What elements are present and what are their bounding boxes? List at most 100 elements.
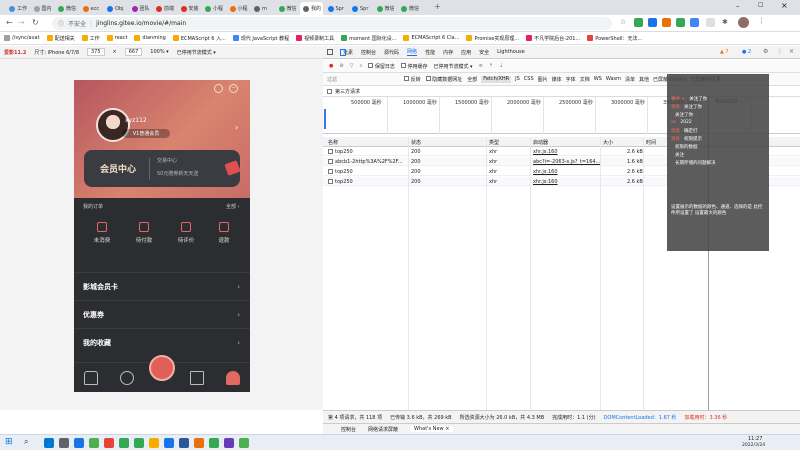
gear-icon[interactable]: ⚙ xyxy=(763,48,768,55)
filter-icon[interactable]: ▽ xyxy=(350,63,354,69)
devtools-tab[interactable]: 源代码 xyxy=(384,49,399,56)
windows-start-icon[interactable]: ⊞ xyxy=(5,437,13,447)
disable-cache-checkbox[interactable]: 停用缓存 xyxy=(400,62,427,70)
order-item-review[interactable]: 待评价 xyxy=(170,222,202,244)
drawer-tab-whats-new[interactable]: What's New × xyxy=(410,426,454,432)
filter-type[interactable]: 清单 xyxy=(625,76,635,83)
filter-type[interactable]: 媒体 xyxy=(552,76,562,83)
back-icon[interactable]: ← xyxy=(6,18,13,27)
wifi-icon[interactable]: ≋ xyxy=(479,63,483,69)
taskbar-app-icon[interactable] xyxy=(164,438,174,448)
reload-icon[interactable]: ↻ xyxy=(32,18,39,27)
settings-icon[interactable] xyxy=(214,84,223,93)
filter-type[interactable]: 其他 xyxy=(639,76,649,83)
invert-checkbox[interactable]: 反转 xyxy=(404,75,421,83)
col-name[interactable]: 名称 xyxy=(328,139,338,146)
filter-type[interactable]: 全部 xyxy=(467,76,477,83)
browser-tab[interactable]: 安装 xyxy=(178,2,201,15)
drawer-tab-console[interactable]: 控制台 xyxy=(341,426,356,433)
cinema-icon[interactable] xyxy=(190,371,204,385)
filter-type[interactable]: WS xyxy=(594,76,602,83)
throttle-select[interactable]: 已停用节流模式 ▾ xyxy=(177,49,216,56)
browser-tab[interactable]: m xyxy=(251,2,274,15)
window-maximize-icon[interactable]: ☐ xyxy=(758,2,763,9)
row-checkbox[interactable] xyxy=(328,169,333,174)
col-size[interactable]: 大小 xyxy=(603,139,613,146)
row-checkbox[interactable] xyxy=(328,159,333,164)
devtools-tab[interactable]: 内存 xyxy=(443,49,453,56)
window-minimize-icon[interactable]: – xyxy=(736,2,740,10)
device-width-input[interactable]: 375 xyxy=(87,48,105,56)
menu-favorites[interactable]: 我的收藏 › xyxy=(74,328,250,356)
bookmark-star-icon[interactable]: ☆ xyxy=(620,18,626,26)
devtools-tab[interactable]: Lighthouse xyxy=(497,49,525,55)
device-select[interactable]: 尺寸: iPhone 6/7/8 xyxy=(34,49,79,56)
taskbar-app-icon[interactable] xyxy=(194,438,204,448)
device-toggle-icon[interactable] xyxy=(340,49,346,56)
profile-icon[interactable] xyxy=(226,371,240,385)
inspect-icon[interactable] xyxy=(327,49,333,55)
drawer-tab-request-blocking[interactable]: 网络请求屏蔽 xyxy=(368,426,398,433)
row-checkbox[interactable] xyxy=(328,149,333,154)
clear-icon[interactable]: ⊘ xyxy=(339,63,343,69)
bookmark-item[interactable]: Promise实现原理... xyxy=(466,35,519,42)
extension-icon[interactable] xyxy=(706,18,715,27)
taskbar-app-icon[interactable] xyxy=(104,438,114,448)
new-tab-button[interactable]: + xyxy=(434,2,441,11)
devtools-tab[interactable]: 安全 xyxy=(479,49,489,56)
taskbar-app-icon[interactable] xyxy=(59,438,69,448)
record-icon[interactable]: ● xyxy=(329,63,333,69)
forward-icon[interactable]: → xyxy=(18,18,25,27)
browser-tab[interactable]: 微信 xyxy=(398,2,421,15)
bookmark-item[interactable]: react xyxy=(106,35,127,41)
bookmark-item[interactable]: 不凡学院后台-201... xyxy=(526,35,580,42)
bookmark-item[interactable]: 工作 xyxy=(81,35,100,42)
filter-type[interactable]: JS xyxy=(515,76,520,83)
taskbar-app-icon[interactable] xyxy=(209,438,219,448)
browser-tab[interactable]: Spr xyxy=(325,2,348,15)
filter-type[interactable]: CSS xyxy=(524,76,534,83)
taskbar-app-icon[interactable] xyxy=(149,438,159,448)
browser-tab[interactable]: ecc xyxy=(80,2,103,15)
discover-icon[interactable] xyxy=(120,371,134,385)
order-item-refund[interactable]: 退款 xyxy=(208,222,240,244)
issues-badge[interactable]: ● 2 xyxy=(742,49,751,55)
bookmark-item[interactable]: PowerShell：无法... xyxy=(587,35,642,42)
filter-type[interactable]: Wasm xyxy=(606,76,621,83)
message-icon[interactable]: − xyxy=(229,84,238,93)
col-type[interactable]: 类型 xyxy=(489,139,499,146)
taskbar-app-icon[interactable] xyxy=(44,438,54,448)
cell-initiator[interactable]: xhr.js:160 xyxy=(533,169,558,175)
close-icon[interactable]: × xyxy=(789,48,794,55)
browser-tab[interactable]: 团队 xyxy=(129,2,152,15)
extension-icon[interactable] xyxy=(634,18,643,27)
taskbar-app-icon[interactable] xyxy=(89,438,99,448)
taskbar-app-icon[interactable] xyxy=(74,438,84,448)
vip-center-card[interactable]: 会员中心 交易中心 50元赠券新天天送 xyxy=(84,150,241,187)
extension-icon[interactable] xyxy=(648,18,657,27)
browser-tab[interactable]: 微信 xyxy=(276,2,299,15)
filter-type[interactable]: 文档 xyxy=(580,76,590,83)
zoom-select[interactable]: 100% ▾ xyxy=(150,49,168,55)
browser-tab[interactable]: Obj xyxy=(104,2,127,15)
devtools-tab[interactable]: 网络 xyxy=(407,48,418,56)
bookmark-item[interactable]: dianming xyxy=(134,35,166,41)
menu-coupons[interactable]: 优惠券 › xyxy=(74,300,250,328)
filter-type[interactable]: Fetch/XHR xyxy=(481,75,512,83)
profile-arrow-icon[interactable]: › xyxy=(235,123,238,132)
filter-type[interactable]: 图片 xyxy=(538,76,548,83)
menu-kebab-icon[interactable]: ⋮ xyxy=(758,17,765,25)
taskbar-app-icon[interactable] xyxy=(239,438,249,448)
browser-tab[interactable]: 微信 xyxy=(374,2,397,15)
home-icon[interactable] xyxy=(84,371,98,385)
menu-kebab-icon[interactable]: ⋮ xyxy=(777,48,783,55)
devtools-tab[interactable]: 应用 xyxy=(461,49,471,56)
bookmark-item[interactable]: moment 国际化设... xyxy=(341,35,396,42)
warnings-badge[interactable]: ▲ 7 xyxy=(720,49,729,55)
browser-tab[interactable]: 微信 xyxy=(55,2,78,15)
download-icon[interactable]: ⇣ xyxy=(499,63,503,69)
menu-member-card[interactable]: 影城会员卡 › xyxy=(74,272,250,300)
bookmark-item[interactable]: 配送相关 xyxy=(46,35,75,42)
extension-icon[interactable] xyxy=(690,18,699,27)
extension-icon[interactable] xyxy=(676,18,685,27)
